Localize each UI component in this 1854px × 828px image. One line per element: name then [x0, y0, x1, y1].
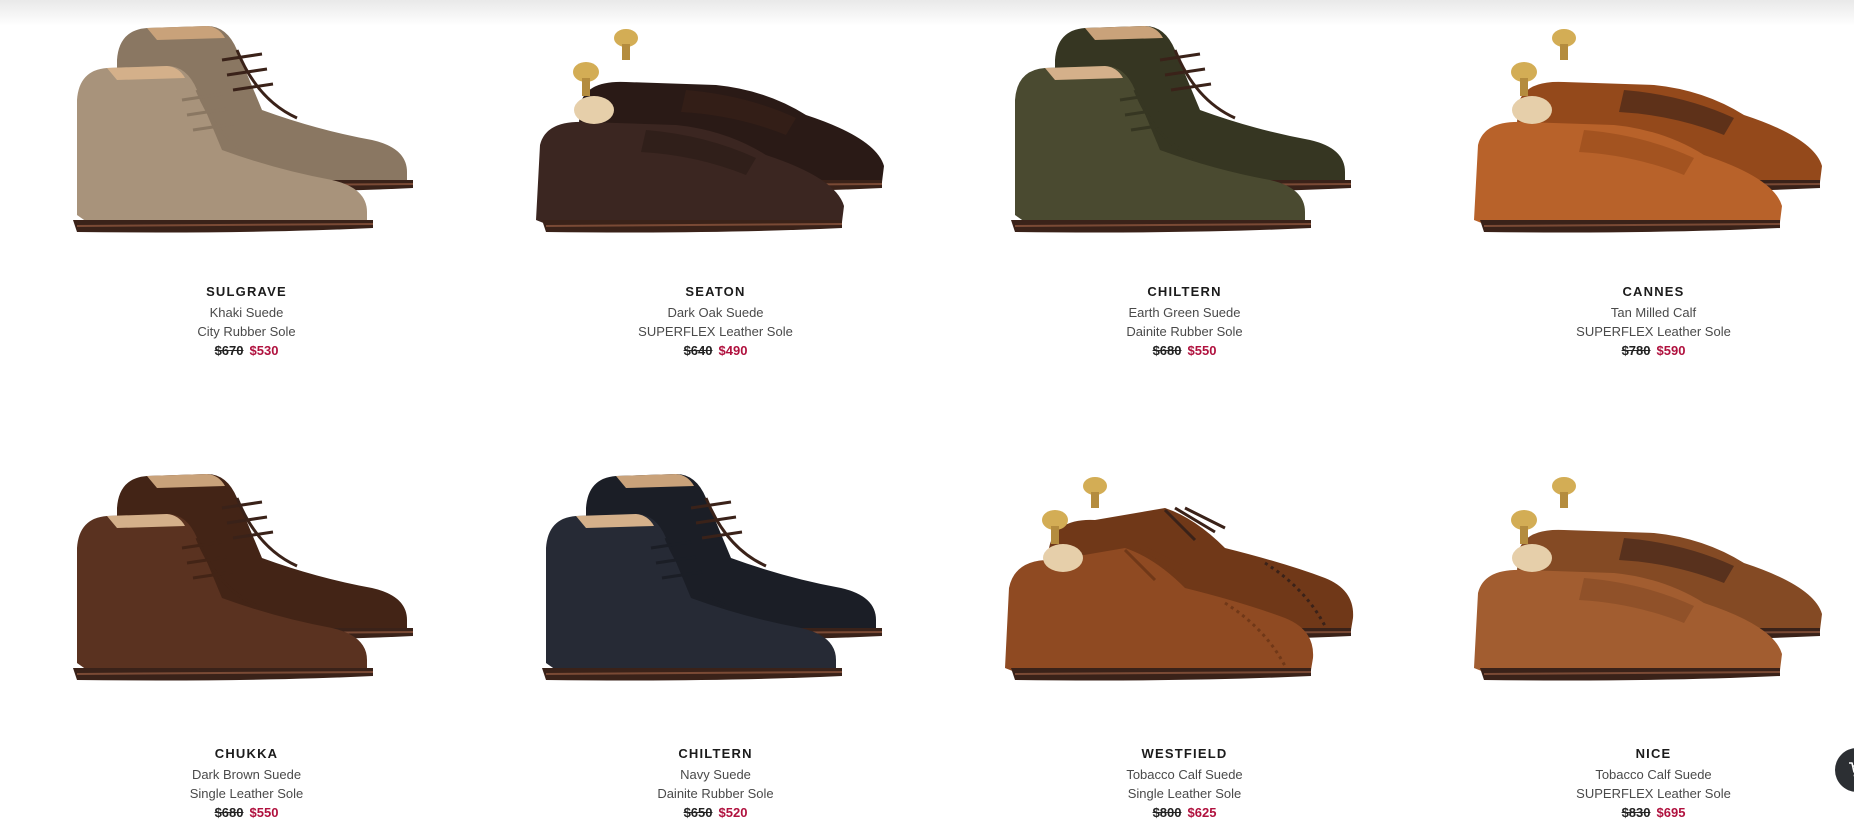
product-card[interactable]: NICE Tobacco Calf Suede SUPERFLEX Leathe…	[1419, 448, 1854, 828]
product-image[interactable]	[481, 0, 950, 270]
product-card[interactable]: CANNES Tan Milled Calf SUPERFLEX Leather…	[1419, 0, 1854, 380]
sale-price: $550	[1187, 343, 1217, 358]
product-card[interactable]: SEATON Dark Oak Suede SUPERFLEX Leather …	[481, 0, 950, 380]
product-sole: SUPERFLEX Leather Sole	[1576, 324, 1731, 339]
original-price: $680	[1152, 343, 1182, 358]
product-color: Tobacco Calf Suede	[1595, 767, 1712, 782]
product-card[interactable]: CHUKKA Dark Brown Suede Single Leather S…	[12, 448, 481, 828]
product-color: Tan Milled Calf	[1610, 305, 1697, 320]
product-sole: Dainite Rubber Sole	[657, 786, 774, 801]
product-image[interactable]	[12, 448, 481, 718]
product-image[interactable]	[481, 448, 950, 718]
product-sole: City Rubber Sole	[197, 324, 296, 339]
product-card[interactable]: SULGRAVE Khaki Suede City Rubber Sole $6…	[12, 0, 481, 380]
product-card[interactable]: CHILTERN Earth Green Suede Dainite Rubbe…	[950, 0, 1419, 380]
product-sole: Single Leather Sole	[1127, 786, 1242, 801]
product-color: Khaki Suede	[209, 305, 284, 320]
product-image[interactable]	[950, 448, 1419, 718]
sale-price: $550	[249, 805, 279, 820]
original-price: $680	[214, 805, 244, 820]
sale-price: $520	[718, 805, 748, 820]
original-price: $780	[1621, 343, 1651, 358]
product-image[interactable]	[1419, 0, 1854, 270]
product-name[interactable]: CHILTERN	[950, 283, 1419, 301]
original-price: $650	[683, 805, 713, 820]
product-color: Dark Brown Suede	[191, 767, 302, 782]
product-color: Tobacco Calf Suede	[1126, 767, 1243, 782]
product-image[interactable]	[12, 0, 481, 270]
product-sole: SUPERFLEX Leather Sole	[638, 324, 793, 339]
sale-price: $590	[1656, 343, 1686, 358]
product-sole: Dainite Rubber Sole	[1126, 324, 1243, 339]
product-name[interactable]: CHUKKA	[12, 745, 481, 763]
product-image[interactable]	[1419, 448, 1854, 718]
product-sole: SUPERFLEX Leather Sole	[1576, 786, 1731, 801]
sale-price: $625	[1187, 805, 1217, 820]
original-price: $670	[214, 343, 244, 358]
product-card[interactable]: CHILTERN Navy Suede Dainite Rubber Sole …	[481, 448, 950, 828]
sale-price: $695	[1656, 805, 1686, 820]
product-name[interactable]: SULGRAVE	[12, 283, 481, 301]
product-grid: SULGRAVE Khaki Suede City Rubber Sole $6…	[0, 0, 1854, 828]
product-name[interactable]: CANNES	[1419, 283, 1854, 301]
original-price: $800	[1152, 805, 1182, 820]
product-card[interactable]: WESTFIELD Tobacco Calf Suede Single Leat…	[950, 448, 1419, 828]
sale-price: $530	[249, 343, 279, 358]
original-price: $640	[683, 343, 713, 358]
product-sole: Single Leather Sole	[189, 786, 304, 801]
original-price: $830	[1621, 805, 1651, 820]
product-name[interactable]: CHILTERN	[481, 745, 950, 763]
product-color: Navy Suede	[680, 767, 751, 782]
product-color: Earth Green Suede	[1128, 305, 1241, 320]
product-image[interactable]	[950, 0, 1419, 270]
product-color: Dark Oak Suede	[667, 305, 764, 320]
cart-icon	[1849, 762, 1854, 777]
product-name[interactable]: NICE	[1419, 745, 1854, 763]
product-name[interactable]: WESTFIELD	[950, 745, 1419, 763]
product-name[interactable]: SEATON	[481, 283, 950, 301]
sale-price: $490	[718, 343, 748, 358]
